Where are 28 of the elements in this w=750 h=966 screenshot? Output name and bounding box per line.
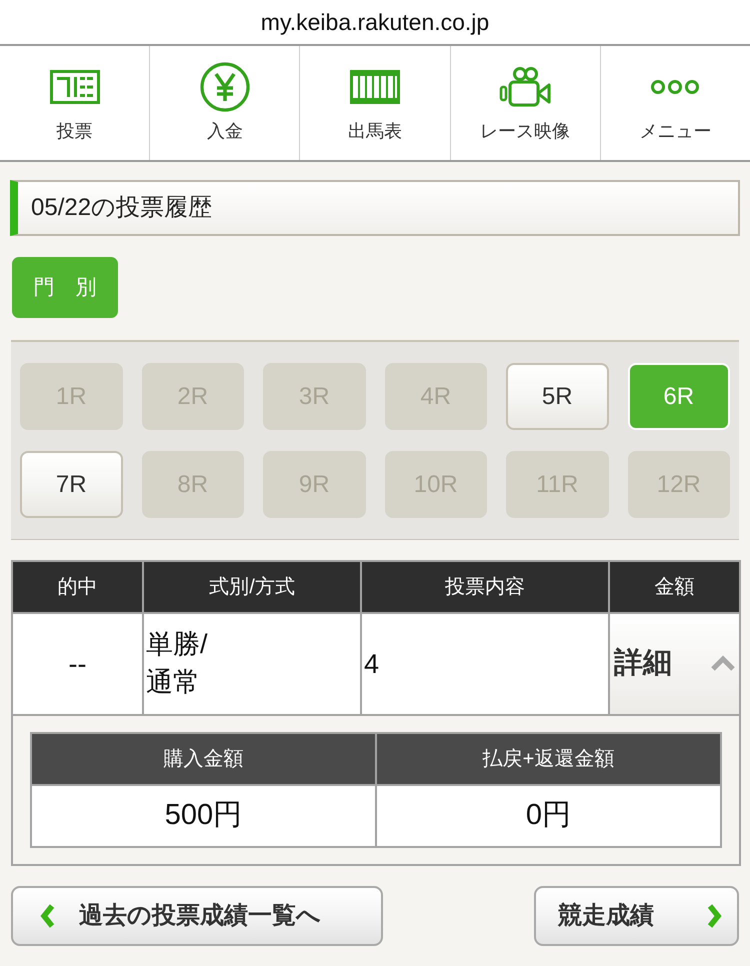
selection-cell: 4	[361, 613, 609, 715]
menu-icon	[650, 79, 700, 95]
hit-cell: --	[12, 613, 143, 715]
detail-toggle[interactable]: 詳細	[609, 613, 740, 715]
race-button[interactable]: 7R	[20, 451, 122, 518]
column-header: 金額	[609, 561, 740, 613]
caret-up-icon	[711, 655, 735, 673]
ticket-icon	[50, 70, 100, 104]
back-button[interactable]: 過去の投票成績一覧へ	[11, 886, 383, 946]
yen-coin-icon	[200, 62, 250, 112]
summary-header: 払戻+返還金額	[376, 733, 721, 785]
column-header: 的中	[12, 561, 143, 613]
chevron-left-icon	[39, 903, 57, 929]
url-text: my.keiba.rakuten.co.jp	[260, 8, 490, 37]
amount-cell: 0円	[376, 785, 721, 847]
forward-button[interactable]: 競走成績	[534, 886, 739, 946]
video-camera-icon	[499, 66, 552, 108]
chevron-right-icon	[705, 903, 723, 929]
column-header: 式別/方式	[143, 561, 361, 613]
race-card-icon	[350, 70, 400, 104]
bet-type-cell: 単勝/ 通常	[143, 613, 361, 715]
summary-header: 購入金額	[31, 733, 376, 785]
page-title: 05/22の投票履歴	[10, 180, 740, 236]
race-button[interactable]: 6R	[628, 363, 730, 430]
race-button[interactable]: 5R	[506, 363, 608, 430]
filter-button[interactable]: 門 別	[12, 257, 118, 318]
column-header: 投票内容	[361, 561, 609, 613]
amount-cell: 500円	[31, 785, 376, 847]
